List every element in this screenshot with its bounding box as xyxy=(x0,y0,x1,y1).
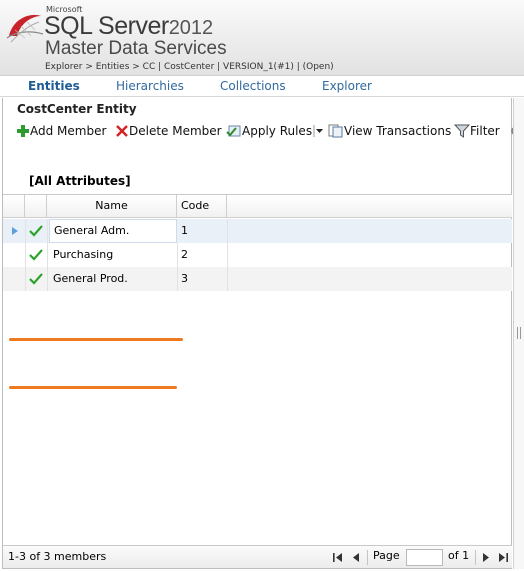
page-total-label: of 1 xyxy=(448,549,470,562)
table-row[interactable]: General Adm. 1 xyxy=(3,219,512,243)
add-member-label: Add Member xyxy=(30,124,107,138)
cell-name[interactable]: Purchasing xyxy=(53,243,177,267)
page-label: Page xyxy=(373,549,400,562)
next-page-icon[interactable] xyxy=(481,552,491,563)
table-row[interactable]: General Prod. 3 xyxy=(3,267,512,291)
filter-button[interactable]: Filter xyxy=(454,124,500,138)
add-member-button[interactable]: Add Member xyxy=(16,124,106,138)
grid-footer: 1-3 of 3 members Page of 1 xyxy=(3,545,512,568)
previous-page-icon[interactable] xyxy=(351,552,361,563)
cell-code[interactable]: 2 xyxy=(181,243,227,267)
delete-icon xyxy=(116,125,128,137)
main-nav: Entities Hierarchies Collections Explore… xyxy=(0,77,524,97)
apply-rules-button[interactable]: Apply Rules xyxy=(226,124,324,138)
last-page-icon[interactable] xyxy=(497,552,509,563)
annotation-underline xyxy=(9,386,177,389)
product-version: 2012 xyxy=(168,17,214,39)
apply-rules-icon xyxy=(226,125,241,137)
attribute-set-label: [All Attributes] xyxy=(29,174,131,188)
transactions-icon xyxy=(328,124,343,138)
table-row[interactable]: Purchasing 2 xyxy=(3,243,512,267)
apply-rules-label: Apply Rules xyxy=(242,124,313,138)
breadcrumb[interactable]: Explorer > Entities > CC | CostCenter | … xyxy=(45,62,334,72)
members-grid: Name Code General Adm. 1 Purchasing 2 Ge… xyxy=(3,194,512,545)
column-header-code[interactable]: Code xyxy=(177,195,227,218)
row-indicator-header xyxy=(3,195,25,218)
tab-collections[interactable]: Collections xyxy=(220,79,286,93)
member-count: 1-3 of 3 members xyxy=(8,550,107,563)
sql-server-logo-icon xyxy=(6,14,44,43)
entity-title: CostCenter Entity xyxy=(17,102,137,116)
splitter-grip-icon[interactable] xyxy=(517,327,521,339)
page-number-input[interactable] xyxy=(406,549,443,566)
cell-name[interactable]: General Adm. xyxy=(49,219,177,243)
tab-hierarchies[interactable]: Hierarchies xyxy=(116,79,184,93)
tab-explorer[interactable]: Explorer xyxy=(322,79,372,93)
tab-entities[interactable]: Entities xyxy=(28,79,80,93)
cell-name[interactable]: General Prod. xyxy=(53,267,177,291)
cell-code[interactable]: 3 xyxy=(181,267,227,291)
entity-panel: CostCenter Entity Add Member Delete Memb… xyxy=(2,98,519,569)
view-transactions-button[interactable]: View Transactions xyxy=(328,124,451,138)
view-transactions-label: View Transactions xyxy=(344,124,452,138)
valid-check-icon xyxy=(29,249,43,261)
valid-check-icon xyxy=(29,273,43,285)
app-subtitle: Master Data Services xyxy=(45,38,227,59)
annotation-underline xyxy=(9,338,183,341)
product-name: SQL Server2012 xyxy=(44,12,213,41)
panel-splitter[interactable] xyxy=(513,98,524,569)
delete-member-label: Delete Member xyxy=(129,124,222,138)
app-header: Microsoft SQL Server2012 Master Data Ser… xyxy=(0,0,524,76)
valid-check-icon xyxy=(29,225,43,237)
add-icon xyxy=(17,125,29,137)
filter-icon xyxy=(454,124,470,138)
filter-label: Filter xyxy=(470,124,500,138)
validation-header xyxy=(25,195,47,218)
cell-code[interactable]: 1 xyxy=(181,219,227,243)
grid-header: Name Code xyxy=(3,195,512,218)
delete-member-button[interactable]: Delete Member xyxy=(115,124,222,138)
chevron-down-icon[interactable] xyxy=(312,124,324,138)
product-title: SQL Server xyxy=(44,12,169,40)
current-row-arrow-icon xyxy=(12,227,18,235)
column-header-name[interactable]: Name xyxy=(47,195,177,218)
first-page-icon[interactable] xyxy=(332,552,344,563)
